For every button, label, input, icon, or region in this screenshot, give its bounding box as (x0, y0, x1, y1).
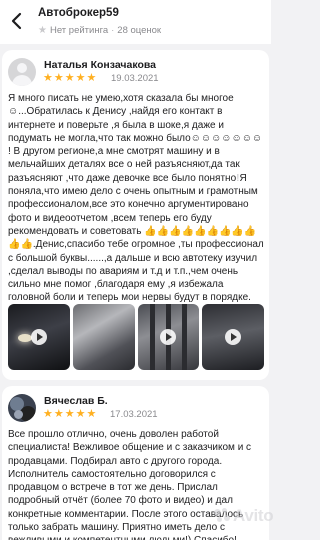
video-thumbnail[interactable] (137, 304, 200, 370)
star-outline-icon: ★ (38, 25, 47, 36)
video-thumbnail[interactable] (8, 304, 70, 370)
seller-name: Автоброкер59 (38, 7, 119, 19)
video-thumbnail[interactable] (202, 304, 264, 370)
star-icon: ★ (64, 72, 75, 84)
no-rating-label: Нет рейтинга (49, 25, 109, 36)
review-author: Вячеслав Б. (44, 395, 108, 407)
play-icon[interactable] (160, 329, 177, 345)
star-icon: ★ (75, 408, 86, 420)
star-icon: ★ (86, 408, 97, 420)
seller-rating-summary: ★ Нет рейтинга · 28 оценок (38, 25, 161, 36)
star-icon: ★ (53, 72, 64, 84)
star-icon: ★ (43, 72, 53, 84)
star-icon: ★ (43, 408, 53, 420)
photo-thumbnail[interactable] (72, 304, 135, 370)
star-icon: ★ (75, 72, 86, 84)
avatar (8, 394, 36, 422)
star-icon: ★ (86, 72, 97, 84)
avatar (8, 58, 36, 86)
review-date: 19.03.2021 (111, 73, 159, 84)
review-text-part: Я поняла,что имею дело с очень опытным и… (8, 172, 267, 304)
avito-logo-icon (214, 508, 230, 524)
reviews-count: 28 оценок (117, 25, 162, 36)
separator-dot: · (111, 25, 115, 36)
review-date: 17.03.2021 (110, 409, 158, 420)
review-text-part: Я много писать не умею,хотя сказала бы м… (8, 93, 265, 184)
review-media (8, 304, 264, 370)
review-card: Наталья Конзачакова ★ ★ ★ ★ ★ 19.03.2021… (2, 50, 269, 380)
star-icon: ★ (53, 408, 64, 420)
watermark-text: Avito (233, 506, 274, 525)
header: Автоброкер59 ★ Нет рейтинга · 28 оценок (0, 0, 271, 44)
avito-watermark: Avito (214, 506, 274, 526)
play-icon[interactable] (225, 329, 242, 345)
review-text: Я много писать не умею,хотя сказала бы м… (8, 92, 264, 305)
play-icon[interactable] (30, 329, 47, 345)
review-author: Наталья Конзачакова (44, 59, 157, 71)
back-arrow-icon[interactable] (6, 10, 28, 32)
star-icon: ★ (64, 408, 75, 420)
review-stars: ★ ★ ★ ★ ★ (43, 72, 96, 84)
review-stars: ★ ★ ★ ★ ★ (43, 408, 96, 420)
